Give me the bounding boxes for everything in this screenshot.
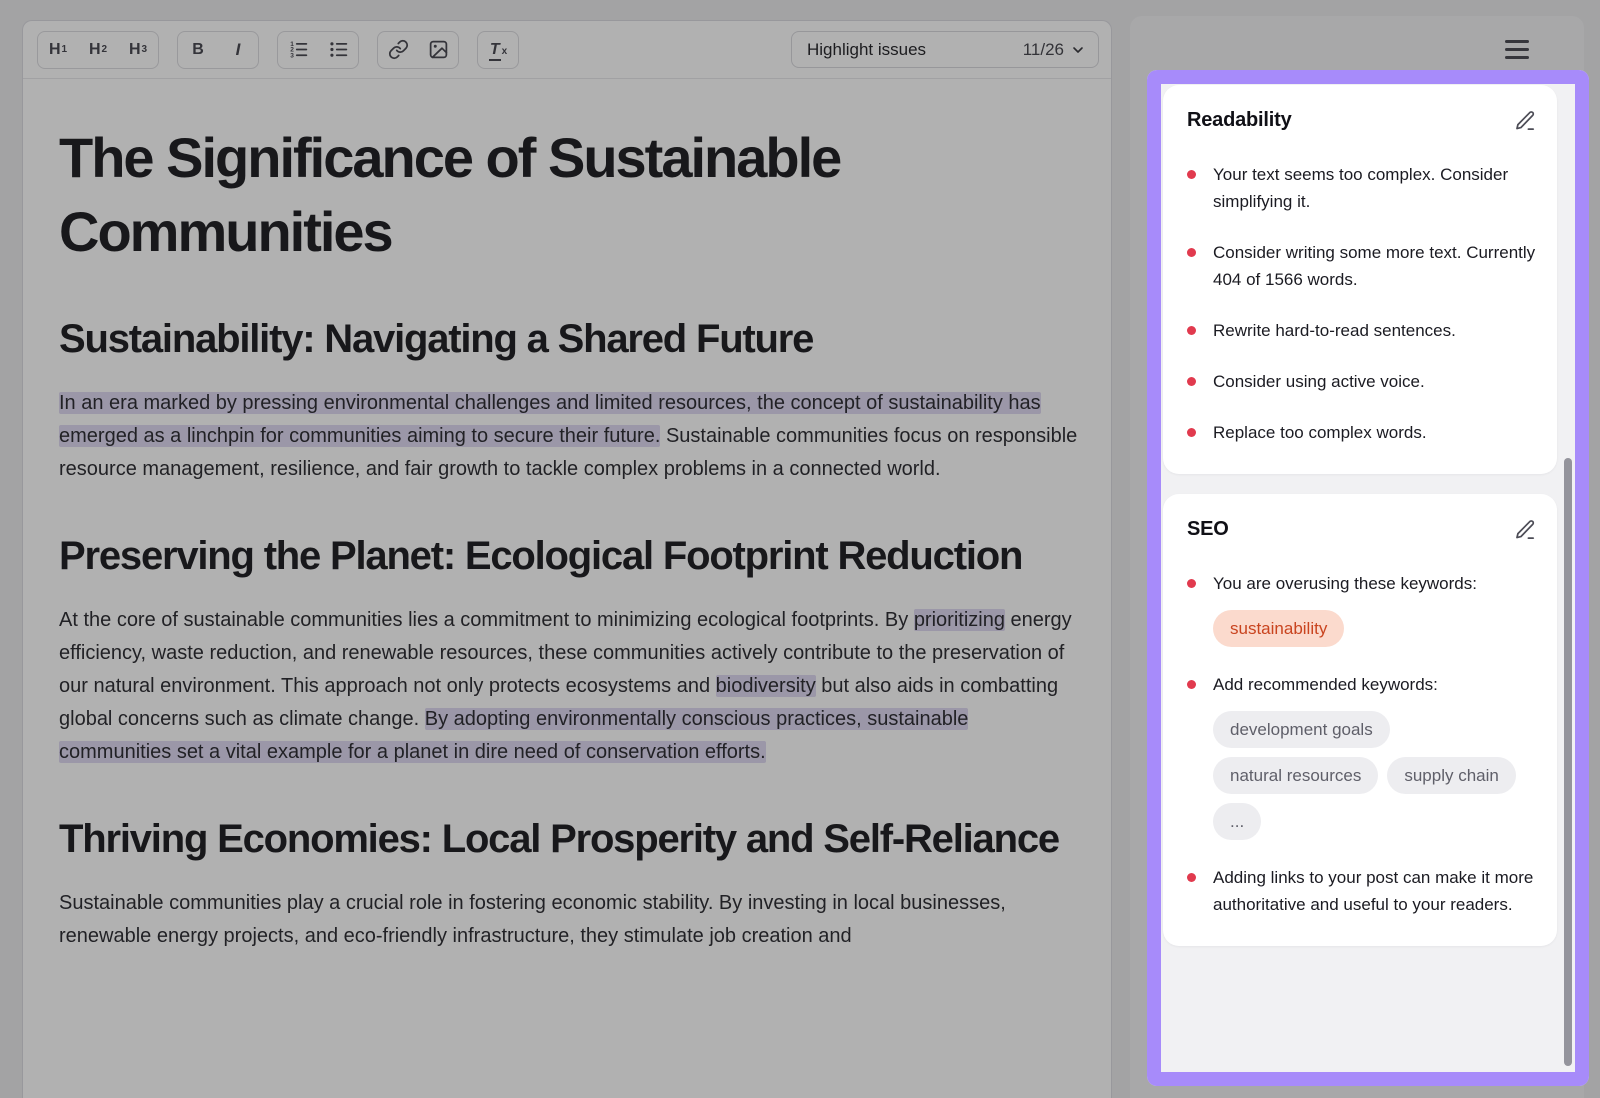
link-button[interactable] (378, 32, 418, 68)
keyword-tag[interactable]: natural resources (1213, 757, 1378, 794)
svg-text:3: 3 (290, 52, 294, 59)
keyword-tag[interactable]: supply chain (1387, 757, 1516, 794)
highlighted-text: biodiversity (716, 675, 816, 697)
suggestion-text: Consider using active voice. (1213, 368, 1425, 395)
suggestion-text: Replace too complex words. (1213, 419, 1427, 446)
app-root: H1H2H3 BI 123 Tx Highlight issues 11/26 The… (0, 0, 1600, 1098)
assistant-panel: Readability Your text seems too complex.… (1130, 16, 1584, 1098)
keyword-tag[interactable]: development goals (1213, 711, 1390, 748)
link-icon (388, 39, 409, 60)
suggestion-text: Adding links to your post can make it mo… (1213, 864, 1537, 918)
keyword-tag-row: sustainability (1213, 610, 1477, 647)
editor-toolbar: H1H2H3 BI 123 Tx Highlight issues 11/26 (23, 21, 1111, 79)
ordered-list-button[interactable]: 123 (278, 32, 318, 68)
h3-button[interactable]: H3 (118, 32, 158, 68)
italic-button[interactable]: I (218, 32, 258, 68)
suggestion-text: Rewrite hard-to-read sentences. (1213, 317, 1456, 344)
bullet-list-button[interactable] (318, 32, 358, 68)
ordered-list-icon: 123 (288, 39, 309, 60)
paragraph-text: At the core of sustainable communities l… (59, 609, 914, 631)
readability-card: Readability Your text seems too complex.… (1163, 85, 1557, 474)
document-heading-h2[interactable]: Thriving Economies: Local Prosperity and… (59, 813, 1083, 865)
readability-edit-button[interactable] (1514, 109, 1537, 135)
keyword-tag[interactable]: sustainability (1213, 610, 1344, 647)
document-heading-h1[interactable]: The Significance of Sustainable Communit… (59, 121, 1083, 269)
suggestion-item: Consider using active voice. (1187, 368, 1537, 395)
issue-bullet-icon (1187, 377, 1196, 386)
issue-bullet-icon (1187, 170, 1196, 179)
toolbar-button-group: H1H2H3 (37, 31, 159, 69)
suggestion-text: Add recommended keywords: (1213, 671, 1537, 698)
h1-button[interactable]: H1 (38, 32, 78, 68)
toolbar-button-group: Tx (477, 31, 519, 69)
highlight-issues-dropdown[interactable]: Highlight issues 11/26 (791, 31, 1099, 68)
suggestion-item: You are overusing these keywords: sustain… (1187, 570, 1537, 647)
clear-formatting-button[interactable]: Tx (478, 32, 518, 68)
suggestion-item: Consider writing some more text. Current… (1187, 239, 1537, 293)
image-button[interactable] (418, 32, 458, 68)
h2-button[interactable]: H2 (78, 32, 118, 68)
suggestion-item: Adding links to your post can make it mo… (1187, 864, 1537, 918)
issue-bullet-icon (1187, 680, 1196, 689)
suggestion-text: Your text seems too complex. Consider si… (1213, 161, 1537, 215)
issue-bullet-icon (1187, 873, 1196, 882)
more-keywords-tag[interactable]: ... (1213, 803, 1261, 840)
document-heading-h2[interactable]: Sustainability: Navigating a Shared Futu… (59, 313, 1083, 365)
document-paragraph[interactable]: At the core of sustainable communities l… (59, 604, 1083, 769)
document-paragraph[interactable]: In an era marked by pressing environment… (59, 387, 1083, 486)
chevron-down-icon (1070, 42, 1086, 58)
document-heading-h2[interactable]: Preserving the Planet: Ecological Footpr… (59, 530, 1083, 582)
pencil-icon (1514, 109, 1537, 132)
toolbar-button-group (377, 31, 459, 69)
toolbar-button-group: BI (177, 31, 259, 69)
highlighted-text: prioritizing (914, 609, 1005, 631)
issue-bullet-icon (1187, 326, 1196, 335)
suggestion-item: Rewrite hard-to-read sentences. (1187, 317, 1537, 344)
pencil-icon (1514, 518, 1537, 541)
seo-card: SEO You are overusing these keywords: sus… (1163, 494, 1557, 946)
suggestion-text: Consider writing some more text. Current… (1213, 239, 1537, 293)
paragraph-text: Sustainable communities play a crucial r… (59, 892, 1006, 947)
document-content[interactable]: The Significance of Sustainable Communit… (23, 79, 1111, 953)
clear-formatting-icon: Tx (489, 41, 507, 59)
suggestion-item: Your text seems too complex. Consider si… (1187, 161, 1537, 215)
bold-button[interactable]: B (178, 32, 218, 68)
keyword-tag-row: development goals natural resourcessupply… (1213, 711, 1537, 840)
bullet-list-icon (328, 39, 349, 60)
toolbar-button-group: 123 (277, 31, 359, 69)
seo-title: SEO (1187, 518, 1229, 541)
readability-title: Readability (1187, 109, 1292, 132)
menu-icon[interactable] (1505, 40, 1529, 59)
highlight-issues-label: Highlight issues (807, 40, 926, 60)
suggestion-text: You are overusing these keywords: (1213, 570, 1477, 597)
panel-scrollbar[interactable] (1564, 458, 1572, 1066)
editor-panel: H1H2H3 BI 123 Tx Highlight issues 11/26 The… (22, 20, 1112, 1098)
highlight-issues-count: 11/26 (1023, 40, 1086, 60)
issue-bullet-icon (1187, 579, 1196, 588)
image-icon (428, 39, 449, 60)
issue-bullet-icon (1187, 428, 1196, 437)
issue-bullet-icon (1187, 248, 1196, 257)
suggestion-cards: Readability Your text seems too complex.… (1163, 85, 1557, 966)
document-paragraph[interactable]: Sustainable communities play a crucial r… (59, 887, 1083, 953)
suggestion-item: Add recommended keywords: development goa… (1187, 671, 1537, 840)
suggestion-item: Replace too complex words. (1187, 419, 1537, 446)
seo-edit-button[interactable] (1514, 518, 1537, 544)
